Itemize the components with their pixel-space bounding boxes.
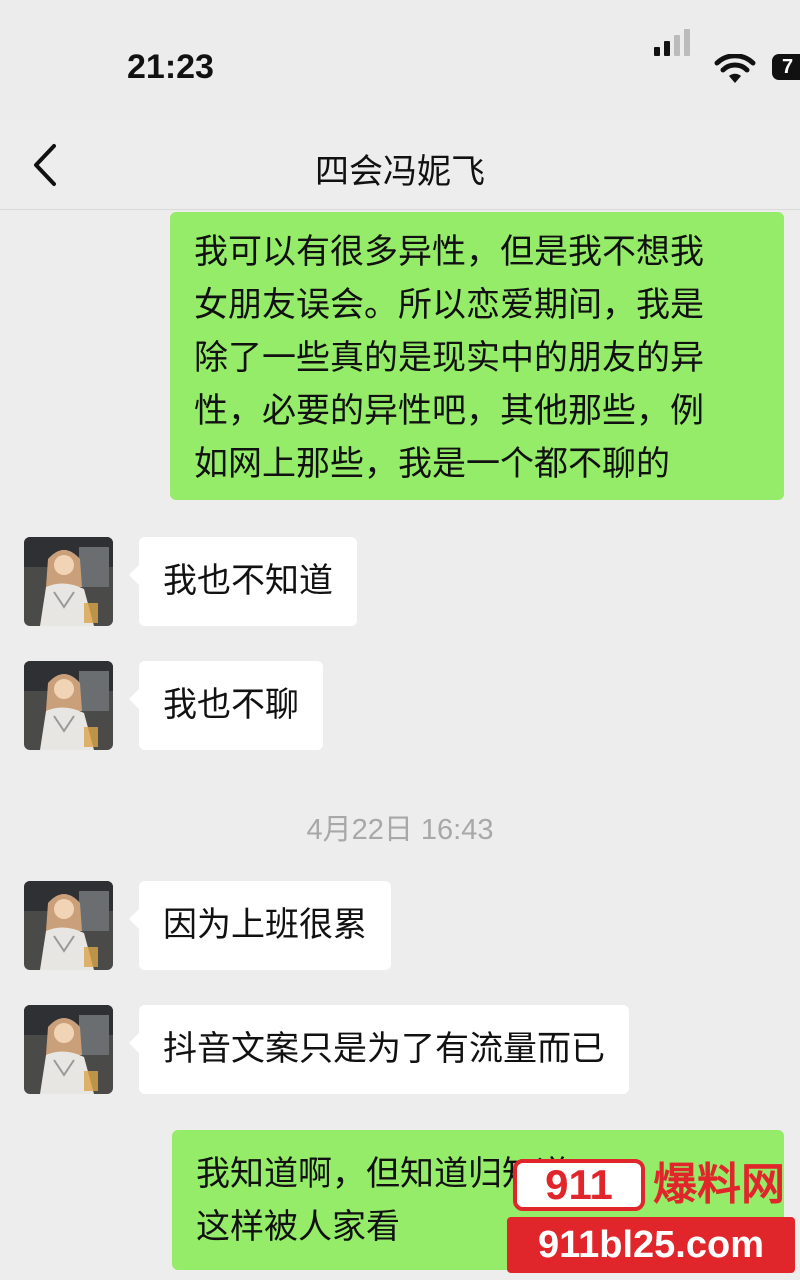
watermark-label: 爆料网 [653,1159,785,1210]
message-line: 性，必要的异性吧，其他那些，例 [194,391,704,431]
watermark-badge: 911 [513,1159,645,1211]
message-timestamp: 4月22日 16:43 [306,814,494,846]
chat-title: 四会冯妮飞 [315,152,485,192]
message-line: 女朋友误会。所以恋爱期间，我是 [194,285,704,325]
incoming-message[interactable]: 我也不知道 [129,537,357,626]
avatar-photo-icon [24,881,113,970]
avatar-photo-icon [24,537,113,626]
message-line: 除了一些真的是现实中的朋友的异 [194,338,704,378]
contact-avatar[interactable] [24,661,113,750]
watermark-logo: 911 爆料网 911bl25.com [505,1157,798,1280]
watermark-url: 911bl25.com [507,1217,795,1273]
incoming-message[interactable]: 因为上班很累 [129,881,391,970]
wifi-icon [714,54,756,83]
status-time: 21:23 [127,48,214,86]
contact-avatar[interactable] [24,881,113,970]
message-text: 我也不知道 [163,561,333,601]
message-line: 如网上那些，我是一个都不聊的 [194,444,670,484]
contact-avatar[interactable] [24,537,113,626]
incoming-message[interactable]: 我也不聊 [129,661,323,750]
avatar-photo-icon [24,1005,113,1094]
incoming-message[interactable]: 抖音文案只是为了有流量而已 [129,1005,629,1094]
message-text: 我也不聊 [163,685,299,725]
battery-indicator: 7 [772,54,800,80]
message-list[interactable]: 我可以有很多异性，但是我不想我 女朋友误会。所以恋爱期间，我是 除了一些真的是现… [0,211,800,1280]
chat-header: 四会冯妮飞 [0,120,800,210]
status-bar: 21:23 7 [0,0,800,120]
contact-avatar[interactable] [24,1005,113,1094]
avatar-photo-icon [24,661,113,750]
watermark-top: 911 爆料网 [513,1159,793,1213]
message-text: 抖音文案只是为了有流量而已 [163,1029,605,1069]
message-line: 我可以有很多异性，但是我不想我 [194,232,704,272]
message-text: 因为上班很累 [163,905,367,945]
outgoing-message[interactable]: 我可以有很多异性，但是我不想我 女朋友误会。所以恋爱期间，我是 除了一些真的是现… [170,212,784,500]
